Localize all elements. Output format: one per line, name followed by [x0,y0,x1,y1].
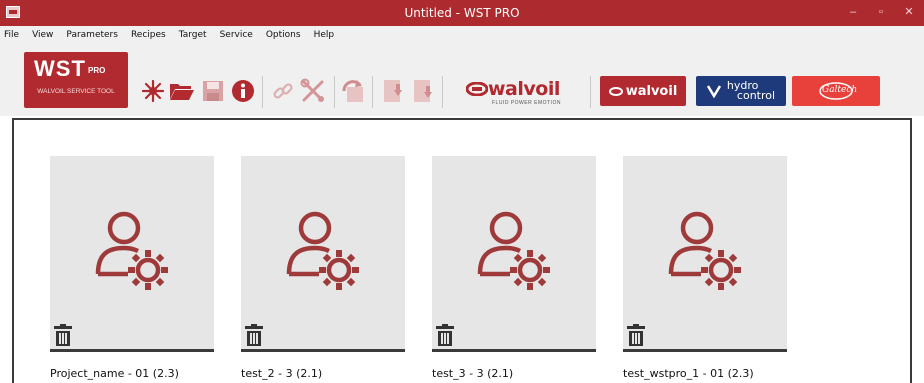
project-card: Project_name - 01 (2.3) [50,156,214,380]
toolbar: WST PRO WALVOIL SERVICE TOOL walvoil FLU… [0,44,924,116]
menu-file[interactable]: File [4,30,19,40]
galtech-button[interactable]: Galtech [792,76,880,106]
project-area: Project_name - 01 (2.3) test_2 - 3 (2.1)… [12,118,912,383]
menu-help[interactable]: Help [314,30,335,40]
project-tile[interactable] [623,156,787,352]
refresh-icon[interactable] [338,74,368,108]
toolbar-separator [442,76,443,108]
save-icon[interactable] [200,74,226,108]
project-name: test_2 - 3 (2.1) [241,367,323,380]
hydrocontrol-icon [706,85,721,98]
user-settings-icon [95,211,168,290]
project-name: Project_name - 01 (2.3) [50,367,179,380]
close-button[interactable]: ✕ [898,4,920,20]
tools-icon[interactable] [298,74,328,108]
project-tile[interactable] [50,156,214,352]
info-icon[interactable] [230,74,256,108]
menu-options[interactable]: Options [266,30,301,40]
upload-icon[interactable] [380,74,406,108]
user-settings-icon [477,211,550,290]
connect-icon[interactable] [270,74,296,108]
walvoil-button-label: walvoil [625,83,678,99]
window-controls: – ▫ ✕ [842,4,920,20]
trash-icon[interactable] [436,324,454,346]
open-folder-icon[interactable] [168,74,196,108]
walvoil-tagline: FLUID POWER EMOTION [492,100,561,106]
toolbar-separator [262,76,263,108]
title-bar: Untitled - WST PRO – ▫ ✕ [0,0,924,26]
project-tile[interactable] [432,156,596,352]
logo-suffix: PRO [88,66,106,75]
project-name: test_3 - 3 (2.1) [432,367,514,380]
galtech-label: Galtech [822,85,858,95]
logo-name: WST [34,56,86,81]
user-settings-icon [668,211,741,290]
menu-parameters[interactable]: Parameters [66,30,118,40]
project-tile[interactable] [241,156,405,352]
project-card: test_wstpro_1 - 01 (2.3) [623,156,787,380]
walvoil-text: walvoil [488,78,560,100]
menu-target[interactable]: Target [179,30,207,40]
walvoil-swirl-icon [608,86,623,96]
menu-recipes[interactable]: Recipes [131,30,166,40]
trash-icon[interactable] [627,324,645,346]
maximize-button[interactable]: ▫ [870,4,892,20]
project-name: test_wstpro_1 - 01 (2.3) [623,367,754,380]
download-icon[interactable] [410,74,436,108]
trash-icon[interactable] [54,324,72,346]
walvoil-swirl-icon [466,82,488,96]
walvoil-button[interactable]: walvoil [600,76,686,106]
minimize-button[interactable]: – [842,4,864,20]
wst-pro-logo: WST PRO WALVOIL SERVICE TOOL [24,52,128,108]
project-card: test_2 - 3 (2.1) [241,156,405,380]
toolbar-separator [372,76,373,108]
hydrocontrol-button[interactable]: hydro control [696,76,786,106]
menu-service[interactable]: Service [220,30,253,40]
toolbar-separator [590,76,591,108]
logo-subtitle: WALVOIL SERVICE TOOL [37,88,115,95]
toolbar-separator [334,76,335,108]
trash-icon[interactable] [245,324,263,346]
user-settings-icon [286,211,359,290]
walvoil-wordmark: walvoil FLUID POWER EMOTION [466,78,584,112]
menu-bar: File View Parameters Recipes Target Serv… [0,26,924,44]
menu-view[interactable]: View [32,30,53,40]
window-title: Untitled - WST PRO [404,6,520,20]
hydrocontrol-line2: control [736,89,776,102]
project-card: test_3 - 3 (2.1) [432,156,596,380]
new-icon[interactable] [140,74,166,108]
